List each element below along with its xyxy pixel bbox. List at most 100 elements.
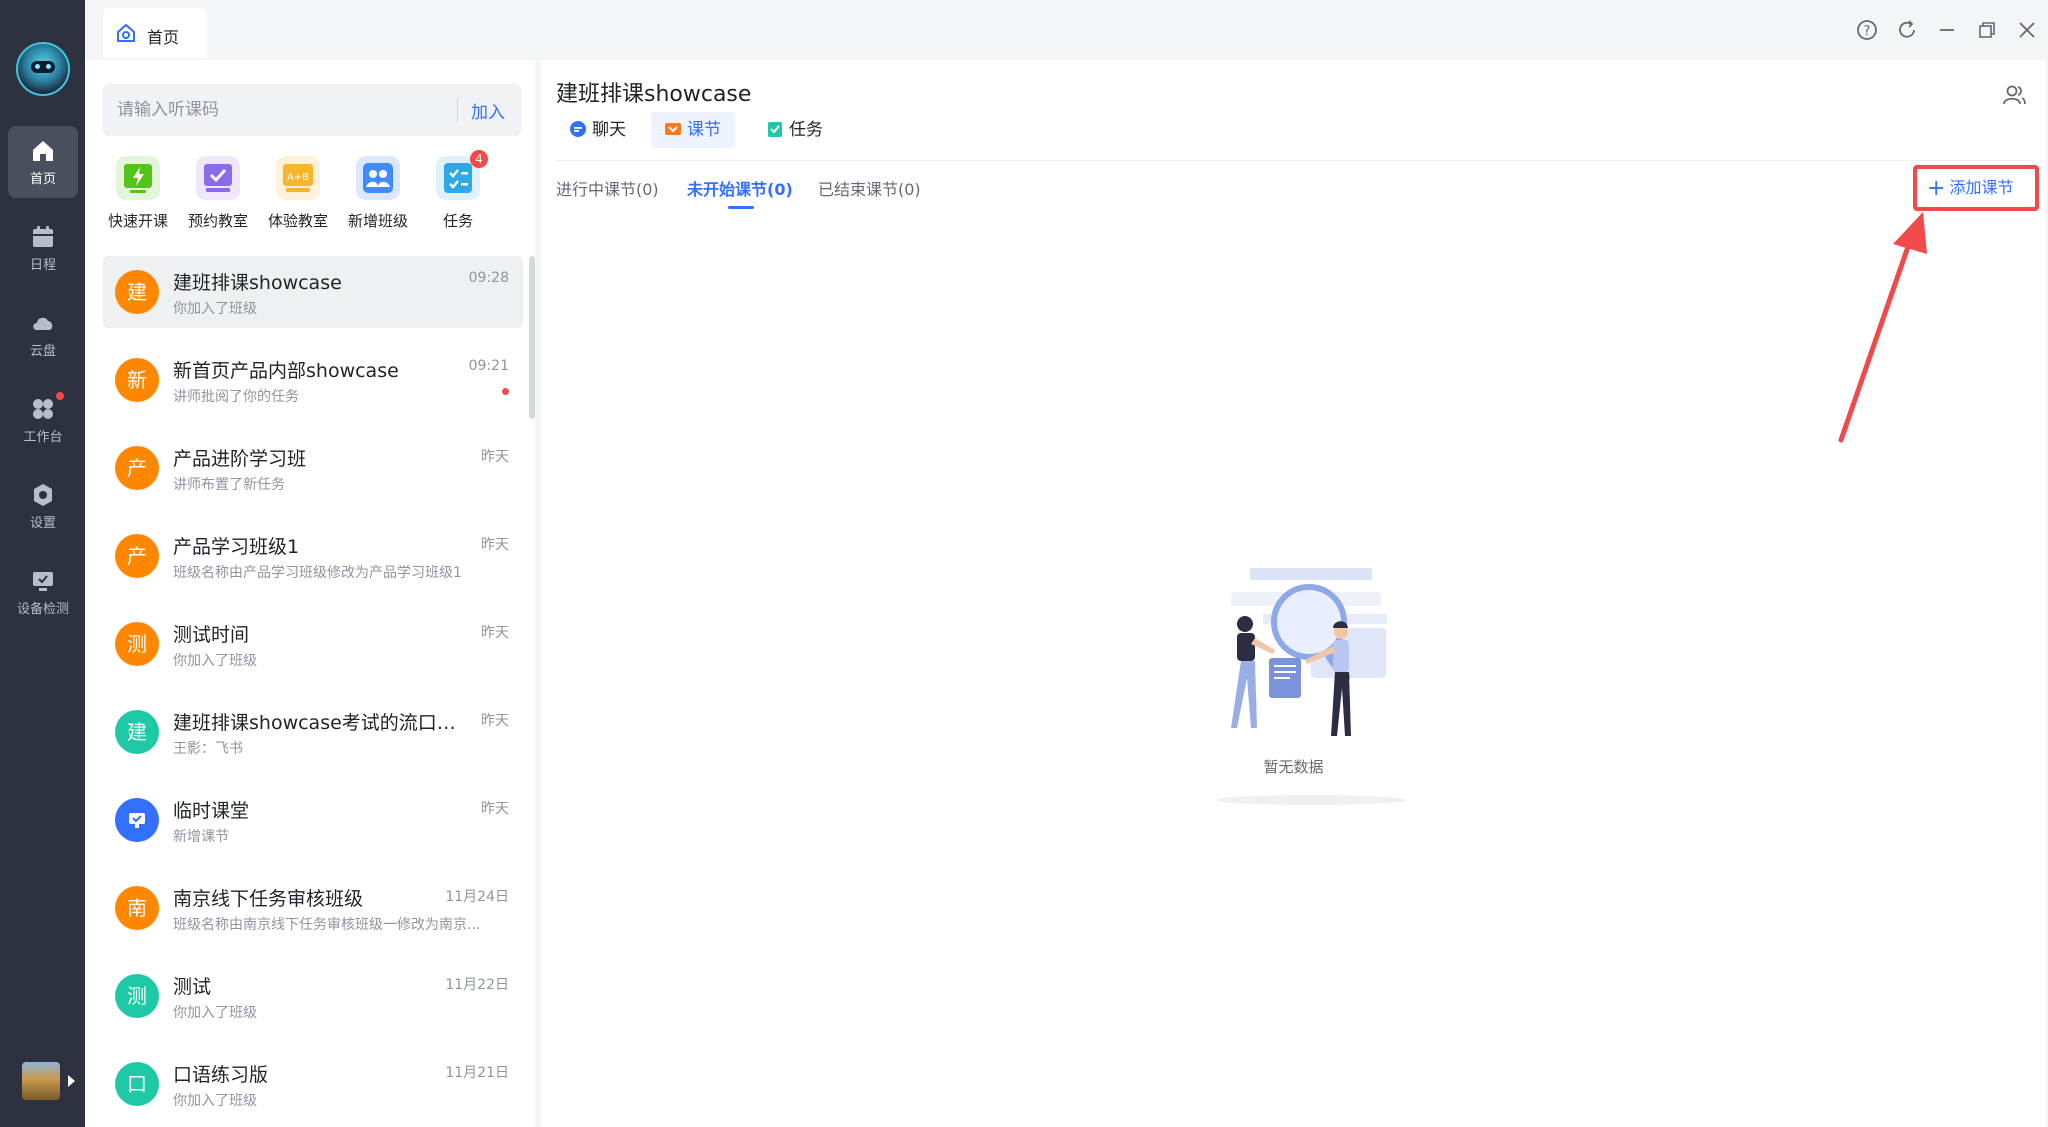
conversation-avatar: 测: [115, 622, 159, 666]
minimize-icon[interactable]: [1935, 18, 1959, 42]
active-subtab-indicator: [728, 206, 754, 209]
conversation-avatar: 建: [115, 270, 159, 314]
rail-item-cloud[interactable]: 云盘: [8, 298, 78, 370]
refresh-icon[interactable]: [1895, 18, 1919, 42]
subtab-finished[interactable]: 已结束课节(0): [818, 176, 921, 200]
subtab-not-started[interactable]: 未开始课节(0): [687, 176, 793, 200]
conversation-preview: 你加入了班级: [173, 1005, 257, 1021]
conversation-avatar: 产: [115, 534, 159, 578]
rail-item-device-check[interactable]: 设备检测: [8, 556, 78, 628]
conversation-time: 昨天: [481, 625, 509, 641]
conversation-preview: 王影：飞书: [173, 741, 243, 757]
user-avatar[interactable]: [22, 1062, 60, 1100]
conversation-title: 产品进阶学习班: [173, 448, 307, 470]
expand-caret-icon[interactable]: [68, 1075, 75, 1087]
conversation-item[interactable]: 南南京线下任务审核班级 班级名称由南京线下任务审核班级一修改为南京... 11月24…: [103, 872, 523, 960]
quick-action-label: 快速开课: [107, 212, 168, 230]
conversation-preview: 新增课节: [173, 829, 229, 845]
conversation-list: 建建班排课showcase 你加入了班级 09:28 新新首页产品内部showcase…: [103, 256, 523, 1127]
rail-label: 首页: [29, 172, 56, 187]
quick-action-label: 新增班级: [347, 212, 408, 230]
listen-code-input[interactable]: [103, 84, 443, 136]
close-icon[interactable]: [2015, 18, 2039, 42]
tab-lessons[interactable]: 课节: [651, 112, 735, 148]
conversation-time: 昨天: [481, 801, 509, 817]
rail-item-workspace[interactable]: 工作台: [8, 384, 78, 456]
conversation-time: 11月21日: [445, 1065, 509, 1081]
calendar-icon: [33, 226, 53, 247]
conversation-title: 口语练习版: [173, 1064, 269, 1086]
search-divider: [457, 98, 458, 122]
lesson-icon: [665, 122, 681, 135]
conversation-preview: 你加入了班级: [173, 1093, 257, 1109]
rail-label: 设备检测: [16, 602, 69, 617]
left-rail: 首页 日程 云盘 工作台 设置 设备检测: [0, 0, 85, 1127]
task-button[interactable]: 4 任务: [418, 150, 498, 231]
conversation-avatar: 建: [115, 710, 159, 754]
tab-label: 聊天: [592, 120, 626, 140]
tab-label: 任务: [789, 120, 823, 140]
list-scrollbar[interactable]: [529, 256, 535, 419]
tab-tasks[interactable]: 任务: [753, 112, 837, 148]
conversation-title: 建班排课showcase考试的流口水...: [173, 712, 473, 734]
rail-label: 日程: [29, 258, 56, 273]
help-icon[interactable]: ?: [1855, 18, 1879, 42]
conversation-item[interactable]: 测测试时间 你加入了班级 昨天: [103, 608, 523, 696]
conversation-preview: 讲师批阅了你的任务: [173, 389, 299, 405]
trial-classroom-button[interactable]: A+B 体验教室: [258, 156, 338, 231]
conversation-item[interactable]: 产产品学习班级1 班级名称由产品学习班级修改为产品学习班级1 昨天: [103, 520, 523, 608]
book-classroom-button[interactable]: 预约教室: [178, 156, 258, 231]
page-title: 建班排课showcase: [556, 82, 752, 107]
conversation-avatar: 南: [115, 886, 159, 930]
conversation-item[interactable]: 测测试 你加入了班级 11月22日: [103, 960, 523, 1048]
conversation-item[interactable]: 建建班排课showcase考试的流口水... 王影：飞书 昨天: [103, 696, 523, 784]
rail-item-settings[interactable]: 设置: [8, 470, 78, 542]
conversation-time: 昨天: [481, 449, 509, 465]
unread-dot: [502, 388, 509, 395]
tab-label: 课节: [687, 120, 721, 140]
conversation-time: 昨天: [481, 537, 509, 553]
conversation-title: 测试: [173, 976, 212, 998]
quick-start-icon: [116, 156, 160, 200]
conversation-item[interactable]: 口口语练习版 你加入了班级 11月21日: [103, 1048, 523, 1127]
book-classroom-icon: [196, 156, 240, 200]
conversation-time: 昨天: [481, 713, 509, 729]
conversation-avatar: 新: [115, 358, 159, 402]
add-class-button[interactable]: 新增班级: [338, 156, 418, 231]
rail-item-home[interactable]: 首页: [8, 126, 78, 198]
home-tab-label: 首页: [147, 28, 180, 47]
cloud-icon: [33, 317, 53, 330]
svg-text:?: ?: [1864, 24, 1871, 39]
conversation-item[interactable]: 临时课堂 新增课节 昨天: [103, 784, 523, 872]
home-icon: [33, 141, 53, 161]
notification-dot: [56, 392, 64, 400]
conversation-preview: 你加入了班级: [173, 301, 257, 317]
members-icon[interactable]: [2001, 82, 2027, 108]
tab-chat[interactable]: 聊天: [556, 112, 640, 148]
conversation-item[interactable]: 新新首页产品内部showcase 讲师批阅了你的任务 09:21: [103, 344, 523, 432]
conversation-title: 新首页产品内部showcase: [173, 360, 399, 382]
conversation-avatar: 测: [115, 974, 159, 1018]
task-tab-icon: [768, 121, 782, 137]
task-badge: 4: [470, 150, 488, 168]
home-tab-icon: [117, 23, 135, 42]
conversation-item[interactable]: 产产品进阶学习班 讲师布置了新任务 昨天: [103, 432, 523, 520]
conversation-time: 11月24日: [445, 889, 509, 905]
conversation-item[interactable]: 建建班排课showcase 你加入了班级 09:28: [103, 256, 523, 328]
conversation-title: 建班排课showcase: [173, 272, 342, 294]
chat-icon: [570, 120, 586, 137]
conversation-preview: 你加入了班级: [173, 653, 257, 669]
join-button[interactable]: 加入: [471, 98, 505, 123]
subtab-in-progress[interactable]: 进行中课节(0): [556, 176, 659, 200]
rail-label: 云盘: [29, 344, 56, 359]
quick-start-button[interactable]: 快速开课: [98, 156, 178, 231]
settings-icon: [34, 484, 52, 506]
conversation-title: 产品学习班级1: [173, 536, 300, 558]
add-lesson-button[interactable]: + 添加课节: [1913, 165, 2039, 211]
tab-home[interactable]: 首页: [103, 8, 207, 58]
quick-action-label: 体验教室: [267, 212, 328, 230]
restore-icon[interactable]: [1975, 18, 1999, 42]
workspace-icon: [33, 399, 53, 419]
rail-item-schedule[interactable]: 日程: [8, 212, 78, 284]
quick-action-label: 预约教室: [187, 212, 248, 230]
